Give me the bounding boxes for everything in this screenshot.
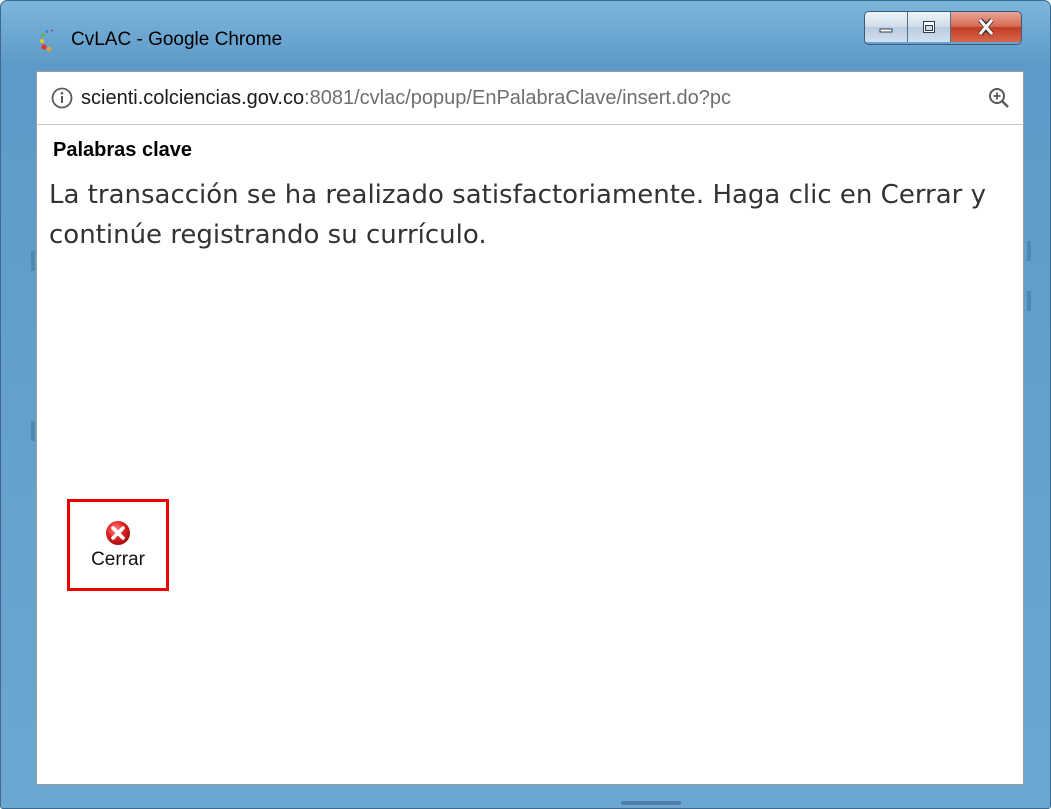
cvlac-app-icon bbox=[40, 29, 57, 52]
left-edge-marker bbox=[31, 421, 35, 441]
window-close-button[interactable] bbox=[951, 12, 1021, 42]
url-host: scienti.colciencias.gov.co bbox=[81, 87, 305, 109]
page-title: Palabras clave bbox=[53, 139, 192, 161]
address-bar[interactable]: scienti.colciencias.gov.co:8081/cvlac/po… bbox=[36, 71, 1024, 125]
minimize-icon bbox=[879, 28, 893, 33]
close-x-icon bbox=[106, 521, 130, 545]
maximize-icon bbox=[923, 21, 935, 33]
close-icon bbox=[978, 18, 994, 36]
right-edge-marker bbox=[1027, 291, 1031, 311]
zoom-icon[interactable] bbox=[987, 86, 1011, 110]
window-title: CvLAC - Google Chrome bbox=[71, 29, 283, 50]
info-icon[interactable] bbox=[51, 87, 73, 109]
caption-buttons bbox=[864, 11, 1022, 45]
cerrar-button[interactable]: Cerrar bbox=[67, 499, 169, 591]
bottom-resize-grip[interactable] bbox=[621, 801, 681, 805]
page-content: Palabras clave La transacción se ha real… bbox=[36, 125, 1024, 785]
left-edge-marker bbox=[31, 251, 35, 271]
url-path: :8081/cvlac/popup/EnPalabraClave/insert.… bbox=[304, 87, 732, 109]
right-edge-marker bbox=[1027, 241, 1031, 261]
maximize-button[interactable] bbox=[908, 12, 951, 42]
minimize-button[interactable] bbox=[865, 12, 908, 42]
title-bar[interactable]: CvLAC - Google Chrome bbox=[1, 1, 1050, 61]
browser-popup-window: CvLAC - Google Chrome scienti.colciencia… bbox=[0, 0, 1051, 809]
url-text[interactable]: scienti.colciencias.gov.co:8081/cvlac/po… bbox=[81, 86, 1001, 110]
success-message: La transacción se ha realizado satisfact… bbox=[49, 180, 987, 250]
cerrar-button-label: Cerrar bbox=[91, 549, 145, 570]
